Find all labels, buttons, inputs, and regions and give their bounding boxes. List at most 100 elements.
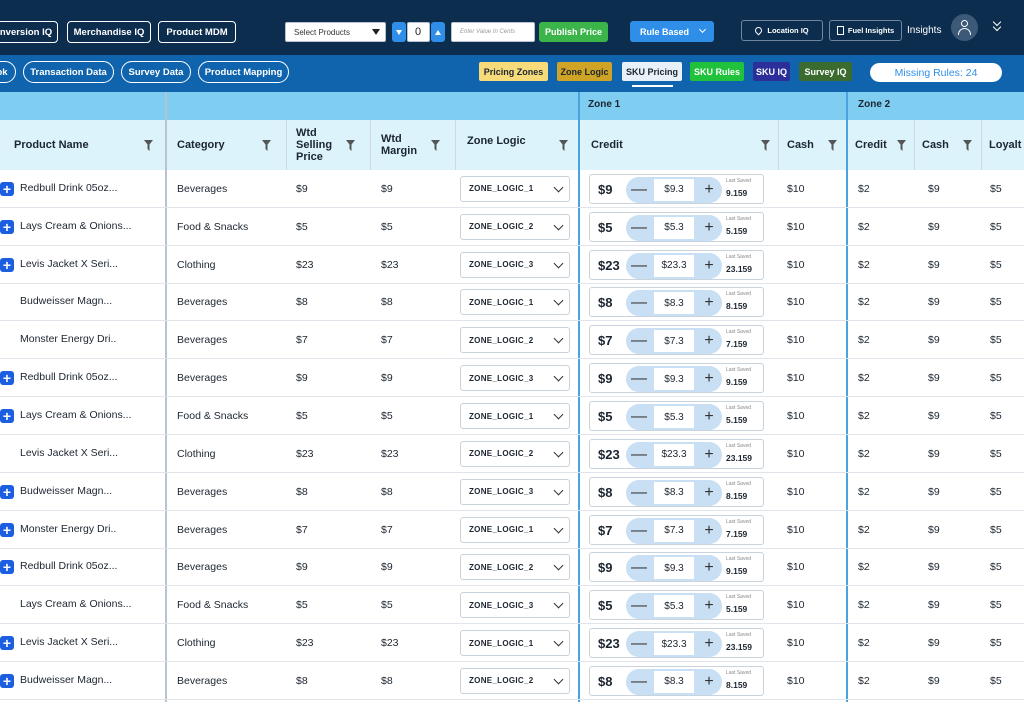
- insights-link[interactable]: Insights: [907, 25, 941, 36]
- plus-icon[interactable]: +: [698, 179, 720, 201]
- credit-stepper-input[interactable]: $23.3: [654, 254, 694, 277]
- select-products-dropdown[interactable]: Select Products: [285, 22, 386, 42]
- tag-sku-iq[interactable]: SKU IQ: [753, 62, 790, 81]
- credit-stepper-input[interactable]: $8.3: [654, 292, 694, 315]
- zone-logic-select[interactable]: ZONE_LOGIC_2: [460, 327, 570, 354]
- expand-row-button[interactable]: +: [0, 560, 14, 575]
- minus-icon[interactable]: —: [628, 595, 650, 617]
- plus-icon[interactable]: +: [698, 482, 720, 504]
- tag-zone-logic[interactable]: Zone Logic: [557, 62, 612, 81]
- nav-button-merchandise-iq[interactable]: Merchandise IQ: [67, 21, 151, 43]
- credit-stepper-input[interactable]: $9.3: [654, 178, 694, 201]
- zone-logic-select[interactable]: ZONE_LOGIC_1: [460, 403, 570, 430]
- credit-stepper-input[interactable]: $9.3: [654, 368, 694, 391]
- plus-icon[interactable]: +: [698, 595, 720, 617]
- minus-icon[interactable]: —: [628, 330, 650, 352]
- plus-icon[interactable]: +: [698, 330, 720, 352]
- minus-icon[interactable]: —: [628, 292, 650, 314]
- minus-icon[interactable]: —: [628, 444, 650, 466]
- tag-sku-pricing[interactable]: SKU Pricing: [622, 62, 682, 81]
- cents-value-input[interactable]: Enter Value In Cents: [451, 22, 535, 42]
- credit-stepper-input[interactable]: $8.3: [654, 481, 694, 504]
- filter-icon[interactable]: [828, 140, 837, 151]
- filter-icon[interactable]: [761, 140, 770, 151]
- minus-icon[interactable]: —: [628, 557, 650, 579]
- publish-price-button[interactable]: Publish Price: [539, 22, 608, 42]
- minus-icon[interactable]: —: [628, 633, 650, 655]
- filter-icon[interactable]: [144, 140, 153, 151]
- increment-button[interactable]: [431, 22, 445, 42]
- rule-based-dropdown[interactable]: Rule Based: [630, 21, 714, 42]
- zone-logic-select[interactable]: ZONE_LOGIC_2: [460, 213, 570, 240]
- double-chevron-down-icon[interactable]: [992, 17, 1003, 33]
- expand-row-button[interactable]: +: [0, 673, 14, 688]
- plus-icon[interactable]: +: [698, 292, 720, 314]
- plus-icon[interactable]: +: [698, 217, 720, 239]
- expand-row-button[interactable]: +: [0, 484, 14, 499]
- credit-stepper-input[interactable]: $7.3: [654, 519, 694, 542]
- plus-icon[interactable]: +: [698, 633, 720, 655]
- pill-product-mapping[interactable]: Product Mapping: [198, 61, 289, 83]
- expand-row-button[interactable]: +: [0, 409, 14, 424]
- expand-row-button[interactable]: +: [0, 371, 14, 386]
- nav-button-product-mdm[interactable]: Product MDM: [158, 21, 236, 43]
- filter-icon[interactable]: [559, 140, 568, 151]
- filter-icon[interactable]: [963, 140, 972, 151]
- minus-icon[interactable]: —: [628, 671, 650, 693]
- plus-icon[interactable]: +: [698, 444, 720, 466]
- expand-row-button[interactable]: +: [0, 257, 14, 272]
- user-avatar[interactable]: [951, 14, 978, 41]
- credit-stepper-input[interactable]: $9.3: [654, 557, 694, 580]
- filter-icon[interactable]: [262, 140, 271, 151]
- filter-icon[interactable]: [346, 140, 355, 151]
- credit-stepper-input[interactable]: $8.3: [654, 670, 694, 693]
- credit-stepper-input[interactable]: $5.3: [654, 216, 694, 239]
- minus-icon[interactable]: —: [628, 406, 650, 428]
- credit-stepper-input[interactable]: $7.3: [654, 330, 694, 353]
- plus-icon[interactable]: +: [698, 557, 720, 579]
- expand-row-button[interactable]: +: [0, 636, 14, 651]
- location-iq-button[interactable]: Location IQ: [741, 20, 823, 41]
- stepper-value-field[interactable]: 0: [407, 22, 430, 42]
- zone-logic-select[interactable]: ZONE_LOGIC_3: [460, 365, 570, 392]
- minus-icon[interactable]: —: [628, 482, 650, 504]
- missing-rules-badge[interactable]: Missing Rules: 24: [870, 63, 1002, 82]
- zone-logic-select[interactable]: ZONE_LOGIC_1: [460, 175, 570, 202]
- plus-icon[interactable]: +: [698, 520, 720, 542]
- nav-button-conversion-iq[interactable]: nversion IQ: [0, 21, 58, 43]
- filter-icon[interactable]: [897, 140, 906, 151]
- expand-row-button[interactable]: +: [0, 522, 14, 537]
- zone-logic-select[interactable]: ZONE_LOGIC_1: [460, 630, 570, 657]
- zone-logic-select[interactable]: ZONE_LOGIC_2: [460, 554, 570, 581]
- minus-icon[interactable]: —: [628, 179, 650, 201]
- zone-logic-select[interactable]: ZONE_LOGIC_2: [460, 440, 570, 467]
- pill-transaction-data[interactable]: Transaction Data: [23, 61, 114, 83]
- minus-icon[interactable]: —: [628, 217, 650, 239]
- fuel-insights-button[interactable]: Fuel Insights: [829, 20, 902, 41]
- minus-icon[interactable]: —: [628, 520, 650, 542]
- tag-sku-rules[interactable]: SKU Rules: [690, 62, 744, 81]
- plus-icon[interactable]: +: [698, 255, 720, 277]
- zone-logic-select[interactable]: ZONE_LOGIC_3: [460, 592, 570, 619]
- tag-survey-iq[interactable]: Survey IQ: [799, 62, 852, 81]
- decrement-button[interactable]: [392, 22, 406, 42]
- zone-logic-select[interactable]: ZONE_LOGIC_3: [460, 251, 570, 278]
- minus-icon[interactable]: —: [628, 368, 650, 390]
- credit-stepper-input[interactable]: $5.3: [654, 595, 694, 618]
- expand-row-button[interactable]: +: [0, 181, 14, 196]
- zone-logic-select[interactable]: ZONE_LOGIC_1: [460, 289, 570, 316]
- pill-survey-data[interactable]: Survey Data: [121, 61, 191, 83]
- plus-icon[interactable]: +: [698, 671, 720, 693]
- zone-logic-select[interactable]: ZONE_LOGIC_2: [460, 667, 570, 694]
- minus-icon[interactable]: —: [628, 255, 650, 277]
- zone-logic-select[interactable]: ZONE_LOGIC_1: [460, 516, 570, 543]
- tag-pricing-zones[interactable]: Pricing Zones: [479, 62, 548, 81]
- plus-icon[interactable]: +: [698, 406, 720, 428]
- credit-stepper-input[interactable]: $5.3: [654, 406, 694, 429]
- credit-stepper-input[interactable]: $23.3: [654, 633, 694, 656]
- expand-row-button[interactable]: +: [0, 219, 14, 234]
- filter-icon[interactable]: [431, 140, 440, 151]
- credit-stepper-input[interactable]: $23.3: [654, 443, 694, 466]
- zone-logic-select[interactable]: ZONE_LOGIC_3: [460, 478, 570, 505]
- plus-icon[interactable]: +: [698, 368, 720, 390]
